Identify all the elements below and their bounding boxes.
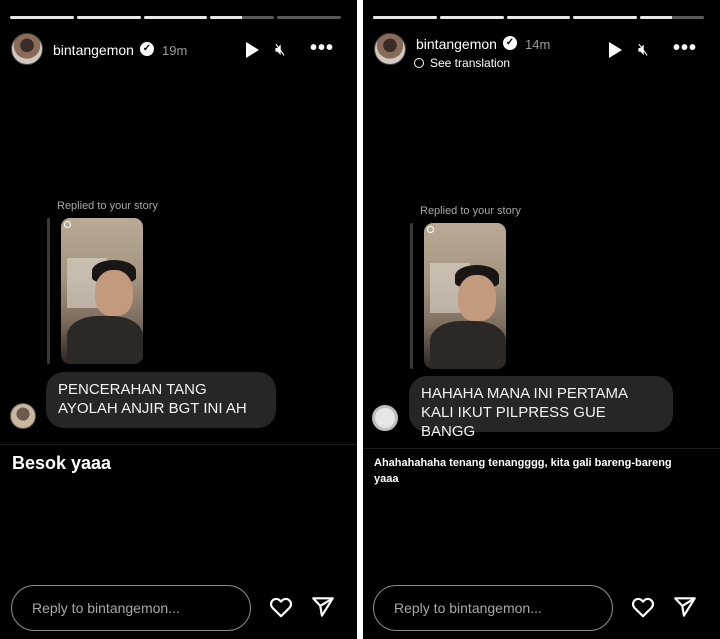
story-time: 19m — [162, 43, 188, 58]
progress-segment — [506, 16, 571, 19]
more-icon[interactable]: ••• — [673, 38, 696, 61]
divider — [0, 444, 357, 445]
progress-segment — [277, 16, 341, 19]
message-bubble: HAHAHA MANA INI PERTAMA KALI IKUT PILPRE… — [409, 376, 673, 440]
story-progress-bar — [10, 16, 341, 19]
progress-segment — [439, 16, 504, 19]
see-translation-link[interactable]: See translation — [414, 56, 510, 70]
username[interactable]: bintangemon — [416, 36, 497, 52]
sender-avatar — [10, 403, 36, 429]
sender-avatar — [372, 405, 398, 431]
more-icon[interactable]: ••• — [310, 38, 333, 61]
story-thumbnail[interactable] — [61, 218, 143, 364]
divider — [363, 448, 720, 449]
reply-input[interactable]: Reply to bintangemon... — [11, 585, 251, 631]
progress-segment — [10, 16, 74, 19]
verified-badge-icon: ✓ — [503, 36, 517, 50]
username[interactable]: bintangemon — [53, 42, 134, 58]
heart-icon[interactable] — [268, 594, 294, 620]
verified-badge-icon: ✓ — [140, 42, 154, 56]
progress-segment — [640, 16, 704, 19]
progress-segment — [143, 16, 208, 19]
see-translation-label: See translation — [430, 56, 511, 70]
globe-icon — [414, 58, 424, 68]
send-icon[interactable] — [672, 594, 698, 620]
play-icon[interactable] — [242, 39, 264, 61]
progress-segment — [76, 16, 141, 19]
send-icon[interactable] — [310, 594, 336, 620]
reply-quote-bar — [47, 218, 50, 364]
mute-icon[interactable]: 🔇︎ — [275, 39, 297, 61]
story-panel-left: bintangemon ✓ 19m 🔇︎ ••• Replied to your… — [0, 0, 357, 639]
story-caption: Ahahahahaha tenang tenangggg, kita gali … — [374, 457, 672, 485]
mute-icon[interactable]: 🔇︎ — [638, 39, 660, 61]
progress-segment — [210, 16, 275, 19]
replied-label: Replied to your story — [420, 205, 521, 217]
progress-segment — [373, 16, 437, 19]
heart-icon[interactable] — [630, 594, 656, 620]
replied-label: Replied to your story — [57, 200, 158, 212]
message-bubble: PENCERAHAN TANG AYOLAH ANJIR BGT INI AH — [46, 372, 276, 428]
progress-segment — [573, 16, 638, 19]
reply-input[interactable]: Reply to bintangemon... — [373, 585, 613, 631]
story-panel-right: bintangemon ✓ 14m See translation 🔇︎ •••… — [363, 0, 720, 639]
reply-quote-bar — [410, 223, 413, 369]
avatar[interactable] — [374, 33, 406, 65]
story-caption: Besok yaaa — [12, 453, 112, 473]
story-progress-bar — [373, 16, 704, 19]
story-time: 14m — [525, 37, 551, 52]
play-icon[interactable] — [605, 39, 627, 61]
avatar[interactable] — [11, 33, 43, 65]
story-thumbnail[interactable] — [424, 223, 506, 369]
